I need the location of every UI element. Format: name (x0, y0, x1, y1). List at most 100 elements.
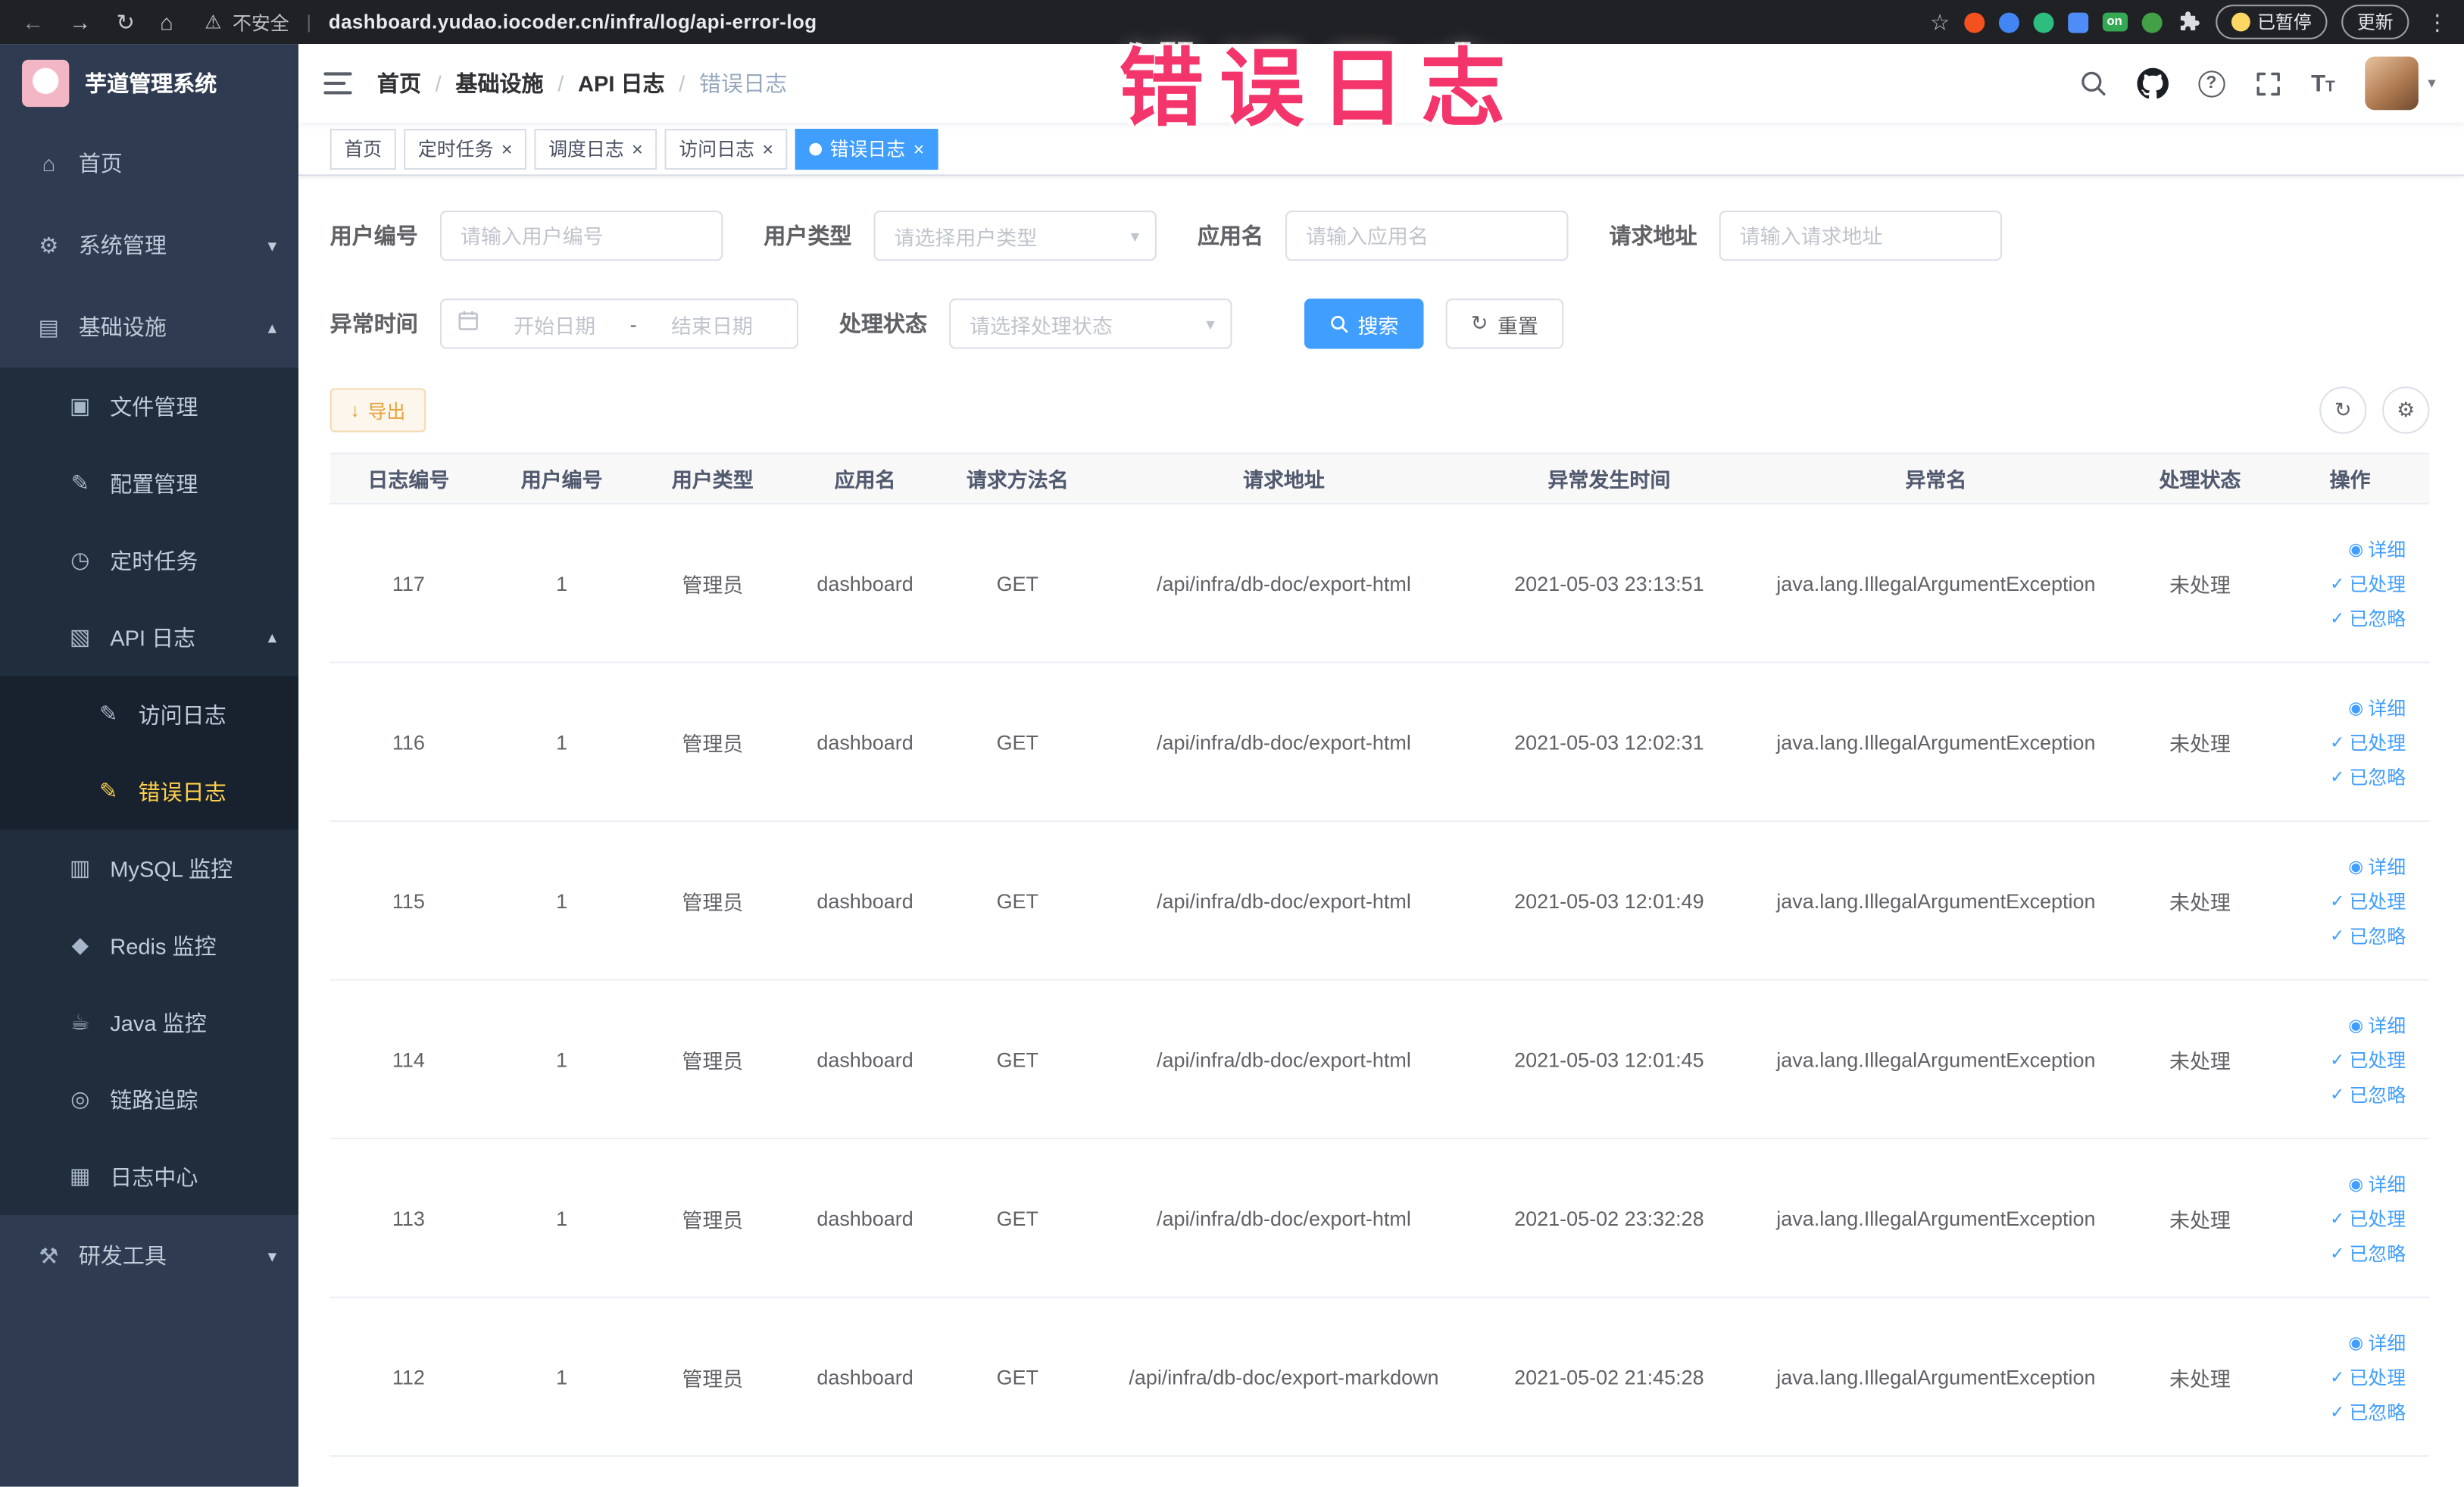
reset-button[interactable]: ↻ 重置 (1445, 298, 1564, 349)
detail-link[interactable]: ◉ 详细 (2348, 1011, 2406, 1038)
close-icon[interactable]: × (632, 139, 643, 158)
address-bar[interactable]: ⚠ 不安全 | dashboard.yudao.iocoder.cn/infra… (205, 8, 817, 35)
mark-ignored-link[interactable]: ✓ 已忽略 (2330, 1398, 2406, 1424)
breadcrumb-infrastructure[interactable]: 基础设施 (455, 67, 543, 98)
request-url-input[interactable] (1719, 210, 2003, 261)
bookmark-star-icon[interactable]: ☆ (1930, 8, 1950, 35)
sidebar-item-trace[interactable]: ◎ 链路追踪 (0, 1061, 299, 1139)
help-icon[interactable]: ? (2197, 70, 2225, 97)
search-button[interactable]: 搜索 (1304, 298, 1424, 349)
detail-link[interactable]: ◉ 详细 (2348, 694, 2406, 720)
sidebar-item-devtools[interactable]: ⚒ 研发工具 ▾ (0, 1215, 298, 1297)
mark-processed-link[interactable]: ✓ 已处理 (2330, 887, 2406, 914)
sidebar-item-mysql-monitor[interactable]: ▥ MySQL 监控 (0, 829, 299, 908)
detail-link[interactable]: ◉ 详细 (2348, 852, 2406, 879)
active-tab-dot-icon (809, 142, 823, 155)
user-id-input[interactable] (439, 210, 723, 261)
github-icon[interactable] (2136, 67, 2169, 99)
browser-reload-icon[interactable]: ↻ (117, 8, 135, 35)
user-type-select[interactable]: 请选择用户类型 ▾ (873, 210, 1157, 261)
mark-processed-link[interactable]: ✓ 已处理 (2330, 1364, 2406, 1390)
cell-actions: ◉ 详细 ✓ 已处理 ✓ 已忽略 (2272, 1139, 2428, 1296)
user-menu[interactable]: ▾ (2365, 56, 2436, 111)
mark-ignored-link[interactable]: ✓ 已忽略 (2330, 763, 2406, 789)
sidebar-item-redis-monitor[interactable]: ◆ Redis 监控 (0, 907, 299, 984)
eye-icon: ◉ (2348, 857, 2364, 876)
cell-app-name: dashboard (817, 571, 913, 595)
font-size-icon[interactable]: TT (2311, 71, 2335, 95)
breadcrumb-home[interactable]: 首页 (377, 67, 421, 98)
browser-home-icon[interactable]: ⌂ (160, 9, 173, 34)
app-name-input[interactable] (1285, 210, 1569, 261)
filter-row-2: 异常时间 开始日期 - 结束日期 处理状态 请选择处理状态 ▾ 搜索 ↻ 重置 (330, 298, 2430, 349)
table-row: 117 1 管理员 dashboard GET /api/infra/db-do… (329, 504, 2430, 664)
mark-ignored-link[interactable]: ✓ 已忽略 (2330, 604, 2406, 631)
sidebar-item-api-log[interactable]: ▧ API 日志 ▴ (0, 598, 299, 676)
mark-processed-link[interactable]: ✓ 已处理 (2330, 1046, 2406, 1073)
sidebar-item-file-management[interactable]: ▣ 文件管理 (0, 367, 299, 445)
extension-grid-icon[interactable] (2067, 11, 2088, 33)
refresh-icon: ↻ (2334, 397, 2352, 421)
browser-update-button[interactable]: 更新 (2341, 5, 2409, 39)
tab-error-log[interactable]: 错误日志 × (795, 128, 938, 170)
sidebar-item-error-log[interactable]: ✎ 错误日志 (0, 752, 299, 830)
detail-link[interactable]: ◉ 详细 (2348, 1329, 2406, 1355)
sidebar-item-system[interactable]: ⚙ 系统管理 ▾ (0, 205, 298, 286)
cell-user-id: 1 (556, 1364, 568, 1389)
fullscreen-icon[interactable] (2254, 70, 2281, 96)
sidebar-item-access-log[interactable]: ✎ 访问日志 (0, 676, 299, 753)
tab-access-log[interactable]: 访问日志 × (664, 128, 788, 170)
exception-time-range-picker[interactable]: 开始日期 - 结束日期 (439, 298, 798, 349)
mark-processed-link[interactable]: ✓ 已处理 (2330, 729, 2406, 755)
sidebar-item-scheduled-jobs[interactable]: ◷ 定时任务 (0, 521, 299, 599)
browser-menu-icon[interactable]: ⋮ (2426, 8, 2448, 35)
browser-forward-icon[interactable]: → (69, 9, 91, 34)
mark-processed-link[interactable]: ✓ 已处理 (2330, 1204, 2406, 1231)
col-status: 处理状态 (2159, 468, 2241, 492)
extension-green-icon[interactable] (2032, 11, 2053, 33)
error-log-table: 日志编号 用户编号 用户类型 应用名 请求方法名 请求地址 异常发生时间 异常名… (329, 452, 2430, 1457)
export-button[interactable]: ↓ 导出 (329, 388, 426, 433)
detail-link[interactable]: ◉ 详细 (2348, 1170, 2406, 1197)
breadcrumb-api-log[interactable]: API 日志 (578, 67, 665, 98)
close-icon[interactable]: × (501, 139, 513, 158)
extension-leaf-icon[interactable] (2141, 11, 2162, 33)
col-request-url: 请求地址 (1242, 468, 1325, 492)
column-settings-button[interactable]: ⚙ (2382, 386, 2430, 434)
search-icon[interactable] (2078, 69, 2106, 97)
cell-method: GET (996, 1206, 1039, 1230)
profile-paused-badge[interactable]: 已暂停 (2215, 5, 2328, 39)
mysql-icon: ▥ (70, 854, 91, 880)
tab-dispatch-log[interactable]: 调度日志 × (534, 128, 657, 170)
mark-ignored-link[interactable]: ✓ 已忽略 (2330, 1080, 2406, 1107)
sidebar-item-log-center[interactable]: ▦ 日志中心 (0, 1138, 299, 1215)
error-log-icon: ✎ (98, 777, 118, 804)
mark-ignored-link[interactable]: ✓ 已忽略 (2330, 1239, 2406, 1266)
close-icon[interactable]: × (762, 139, 773, 158)
extension-on-badge[interactable]: on (2102, 12, 2127, 32)
close-icon[interactable]: × (913, 139, 925, 158)
extension-red-icon[interactable] (1963, 11, 1985, 33)
hamburger-icon[interactable] (323, 70, 352, 95)
process-status-select[interactable]: 请选择处理状态 ▾ (949, 298, 1232, 349)
sidebar-item-home[interactable]: ⌂ 首页 (0, 123, 298, 205)
refresh-table-button[interactable]: ↻ (2319, 386, 2367, 434)
extension-blue-icon[interactable] (1998, 11, 2019, 33)
table-row: 115 1 管理员 dashboard GET /api/infra/db-do… (329, 822, 2430, 981)
not-secure-label: 不安全 (232, 11, 289, 34)
sidebar-item-config-management[interactable]: ✎ 配置管理 (0, 445, 299, 522)
cell-actions: ◉ 详细 ✓ 已处理 ✓ 已忽略 (2272, 981, 2428, 1138)
screen: ← → ↻ ⌂ ⚠ 不安全 | dashboard.yudao.iocoder.… (0, 0, 2464, 1487)
sidebar-item-infrastructure[interactable]: ▤ 基础设施 ▴ (0, 286, 298, 368)
extensions-puzzle-icon[interactable] (2175, 9, 2200, 34)
tab-home[interactable]: 首页 (329, 128, 396, 170)
mark-processed-link[interactable]: ✓ 已处理 (2330, 570, 2406, 596)
log-center-icon: ▦ (70, 1163, 91, 1189)
detail-link[interactable]: ◉ 详细 (2348, 535, 2406, 561)
mark-ignored-link[interactable]: ✓ 已忽略 (2330, 922, 2406, 948)
page-url[interactable]: dashboard.yudao.iocoder.cn/infra/log/api… (329, 11, 817, 33)
browser-back-icon[interactable]: ← (22, 9, 44, 34)
tab-scheduled-jobs[interactable]: 定时任务 × (404, 128, 527, 170)
sidebar-item-java-monitor[interactable]: ☕ Java 监控 (0, 983, 299, 1061)
cell-status: 未处理 (2169, 731, 2231, 755)
